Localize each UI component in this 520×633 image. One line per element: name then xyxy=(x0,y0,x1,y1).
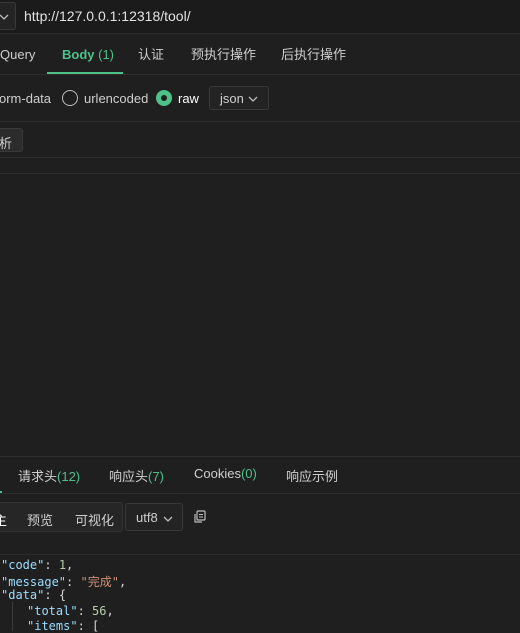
code-separator: : xyxy=(44,558,59,572)
active-response-tab-indicator xyxy=(0,491,2,493)
encoding-select[interactable]: utf8 xyxy=(125,503,183,531)
code-value: { xyxy=(58,588,67,602)
code-separator: : xyxy=(66,575,81,589)
radio-form-data-label[interactable]: orm-data xyxy=(0,91,51,106)
code-punct: , xyxy=(106,604,114,618)
raw-format-select[interactable]: json xyxy=(209,86,269,110)
code-punct: , xyxy=(66,558,74,572)
code-key: "total" xyxy=(27,604,78,618)
tab-pre-ops-label: 预执行操作 xyxy=(191,47,257,62)
code-separator: : xyxy=(77,604,93,618)
code-value: 56 xyxy=(92,604,107,618)
url-bar xyxy=(0,0,520,34)
method-select[interactable] xyxy=(0,2,16,30)
tab-query-label: Query xyxy=(0,47,36,62)
tab-auth[interactable]: 认证 xyxy=(138,35,164,75)
raw-format-value: json xyxy=(220,91,244,106)
encoding-value: utf8 xyxy=(136,510,158,525)
code-key: "message" xyxy=(1,575,67,589)
tab-body-count: (1) xyxy=(98,47,115,62)
view-preview-button[interactable]: 预览 xyxy=(27,510,53,529)
radio-raw[interactable] xyxy=(156,90,172,106)
view-pretty-button[interactable]: 主 xyxy=(0,510,7,529)
tab-body[interactable]: Body (1) xyxy=(62,35,114,75)
code-value: "完成" xyxy=(80,575,119,589)
tab-response-example[interactable]: 响应示例 xyxy=(286,466,338,485)
tab-response-headers-label: 响应头 xyxy=(109,469,149,484)
tab-auth-label: 认证 xyxy=(138,47,165,62)
indent-guide xyxy=(12,602,13,631)
code-value: [ xyxy=(92,619,100,633)
code-line: "total": 56, xyxy=(27,604,114,618)
parse-button[interactable]: 析 xyxy=(0,128,23,152)
code-value: 1 xyxy=(58,558,67,572)
radio-urlencoded[interactable] xyxy=(62,90,78,106)
tab-response-headers-count: (7) xyxy=(148,469,164,484)
radio-urlencoded-label[interactable]: urlencoded xyxy=(84,91,148,106)
parse-button-label: 析 xyxy=(0,136,13,151)
tab-request-headers-count: (12) xyxy=(57,469,81,484)
chevron-down-icon xyxy=(163,516,173,522)
view-visualize-button[interactable]: 可视化 xyxy=(75,510,114,529)
body-editor[interactable] xyxy=(0,174,520,456)
tab-pre-ops[interactable]: 预执行操作 xyxy=(191,35,256,75)
code-punct: , xyxy=(118,575,127,589)
code-key: "code" xyxy=(1,558,45,572)
tab-response-example-label: 响应示例 xyxy=(286,469,339,484)
copy-icon[interactable] xyxy=(193,510,207,524)
active-tab-indicator xyxy=(47,72,123,74)
tab-post-ops[interactable]: 后执行操作 xyxy=(281,35,346,75)
tab-query[interactable]: Query xyxy=(0,35,35,75)
url-input[interactable] xyxy=(24,6,504,26)
code-key: "data" xyxy=(1,588,45,602)
tab-response-headers[interactable]: 响应头(7) xyxy=(109,466,164,485)
request-tabs: Query Body (1) 认证 预执行操作 后执行操作 xyxy=(0,35,520,75)
tab-cookies[interactable]: Cookies(0) xyxy=(194,466,257,481)
chevron-down-icon xyxy=(248,96,258,102)
tab-cookies-count: (0) xyxy=(240,466,257,481)
tab-request-headers[interactable]: 请求头(12) xyxy=(18,466,80,485)
divider xyxy=(0,157,520,158)
code-key: "items" xyxy=(27,619,78,633)
radio-raw-label[interactable]: raw xyxy=(178,91,199,106)
code-separator: : xyxy=(77,619,93,633)
tab-cookies-label: Cookies xyxy=(194,466,241,481)
tab-body-label: Body xyxy=(62,47,95,62)
tab-post-ops-label: 后执行操作 xyxy=(281,47,347,62)
code-line: "code": 1, xyxy=(1,558,73,572)
response-body[interactable]: "code": 1, "message": "完成", "data": { "tota… xyxy=(0,554,520,633)
tab-request-headers-label: 请求头 xyxy=(18,469,58,484)
code-line: "items": [ xyxy=(27,619,99,633)
code-separator: : xyxy=(44,588,59,602)
code-line: "data": { xyxy=(1,588,66,602)
chevron-down-icon xyxy=(0,14,9,20)
